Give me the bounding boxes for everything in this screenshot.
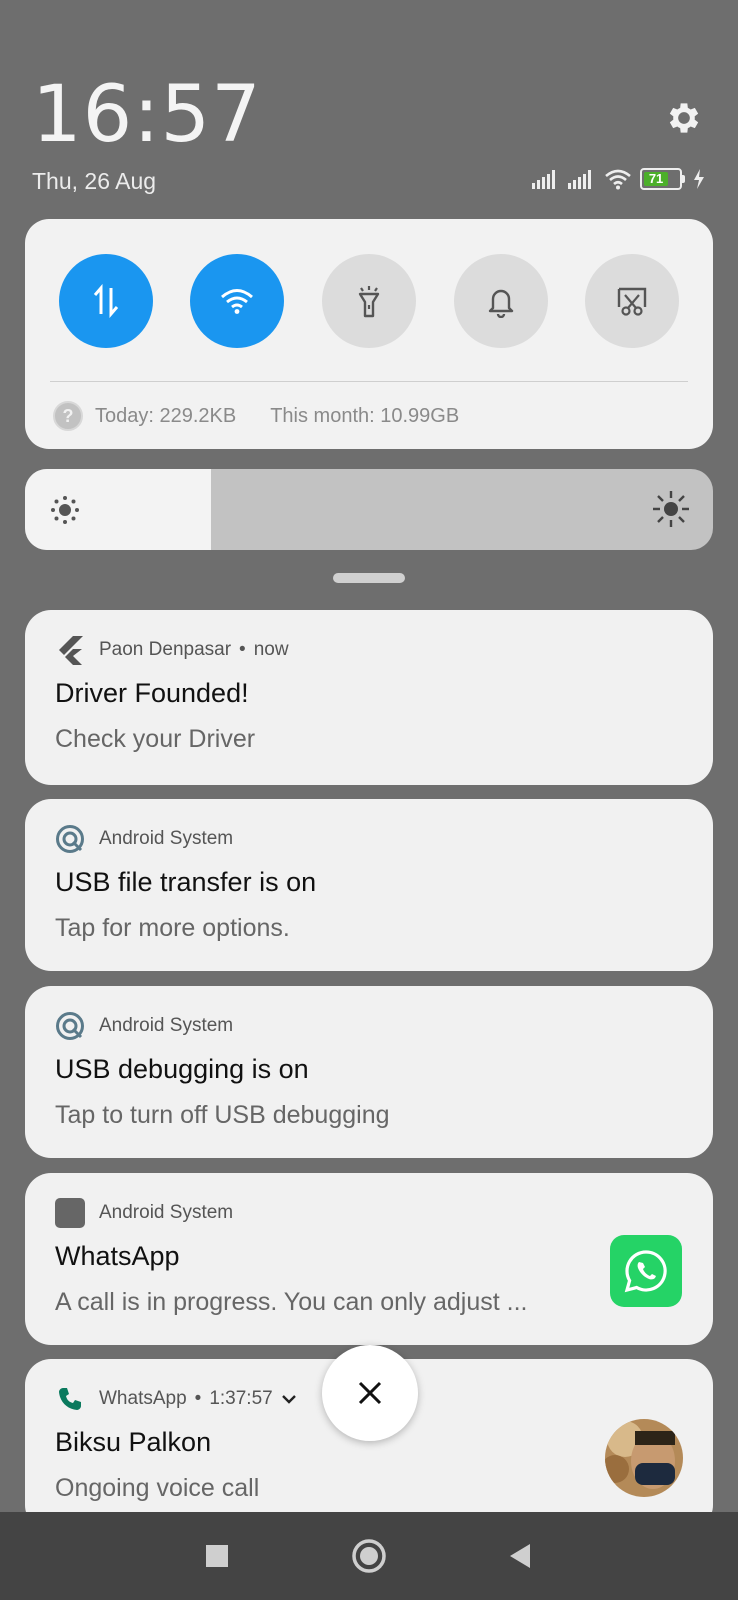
chevron-down-icon[interactable] xyxy=(281,1393,297,1405)
notification-time: now xyxy=(253,639,289,660)
circle-icon xyxy=(352,1539,386,1573)
data-usage[interactable]: ? Today: 229.2KB This month: 10.99GB xyxy=(53,401,459,431)
flutter-icon xyxy=(55,635,85,665)
brightness-low-icon xyxy=(51,496,79,524)
screenshot-toggle[interactable] xyxy=(585,254,679,348)
notification-time: 1:37:57 xyxy=(209,1388,273,1409)
notification-card[interactable]: Android System USB file transfer is on T… xyxy=(25,799,713,971)
back-button[interactable] xyxy=(498,1534,542,1578)
notification-card[interactable]: Paon Denpasar • now Driver Founded! Chec… xyxy=(25,610,713,785)
notification-app: Android System xyxy=(99,1015,234,1036)
clear-all-button[interactable] xyxy=(322,1345,418,1441)
notification-body: Ongoing voice call xyxy=(55,1474,260,1502)
notification-card[interactable]: Android System WhatsApp A call is in pro… xyxy=(25,1173,713,1345)
square-icon xyxy=(55,1198,85,1228)
home-button[interactable] xyxy=(347,1534,391,1578)
notification-title: Driver Founded! xyxy=(55,678,249,708)
quick-settings-panel: ? Today: 229.2KB This month: 10.99GB xyxy=(25,219,713,449)
gear-icon[interactable] xyxy=(664,98,708,142)
screenshot-icon xyxy=(617,287,647,316)
notification-title: USB file transfer is on xyxy=(55,867,317,897)
sound-toggle[interactable] xyxy=(454,254,548,348)
android-system-icon xyxy=(55,1011,85,1041)
notification-title: Biksu Palkon xyxy=(55,1427,212,1457)
battery-level: 71 xyxy=(644,172,669,186)
wifi-icon xyxy=(221,289,253,314)
recents-button[interactable] xyxy=(195,1534,239,1578)
whatsapp-icon xyxy=(610,1235,682,1307)
avatar xyxy=(605,1419,683,1497)
signal-icon xyxy=(532,170,555,189)
android-system-icon xyxy=(55,824,85,854)
clock: 16:57 xyxy=(32,70,262,160)
notification-title: WhatsApp xyxy=(55,1241,180,1271)
notification-title: USB debugging is on xyxy=(55,1054,309,1084)
notification-body: Tap to turn off USB debugging xyxy=(55,1101,390,1129)
notification-app: Android System xyxy=(99,1202,234,1223)
brightness-slider[interactable] xyxy=(25,469,713,550)
close-icon xyxy=(358,1381,382,1405)
back-icon xyxy=(510,1544,530,1568)
usage-month: This month: 10.99GB xyxy=(270,404,460,427)
wifi-toggle[interactable] xyxy=(190,254,284,348)
status-header: 16:57 Thu, 26 Aug 71 xyxy=(0,0,738,215)
mobile-data-toggle[interactable] xyxy=(59,254,153,348)
bell-icon xyxy=(488,289,514,318)
notification-body: Check your Driver xyxy=(55,725,256,753)
notification-body: Tap for more options. xyxy=(55,914,290,942)
drag-handle[interactable] xyxy=(333,573,405,583)
status-icons: 71 xyxy=(532,165,705,193)
charging-icon xyxy=(694,169,704,189)
usage-today: Today: 229.2KB xyxy=(95,404,237,427)
wifi-icon xyxy=(605,169,631,190)
notification-app: Android System xyxy=(99,828,234,849)
phone-icon xyxy=(55,1384,85,1414)
notification-card[interactable]: Android System USB debugging is on Tap t… xyxy=(25,986,713,1158)
data-transfer-icon xyxy=(93,284,119,318)
signal-icon xyxy=(568,170,591,189)
notification-app: WhatsApp xyxy=(99,1388,187,1409)
navigation-bar xyxy=(0,1512,738,1600)
square-icon xyxy=(206,1545,228,1567)
notification-body: A call is in progress. You can only adju… xyxy=(55,1288,528,1316)
battery-icon: 71 xyxy=(640,168,685,190)
help-icon: ? xyxy=(53,401,83,431)
flashlight-icon xyxy=(358,286,380,318)
date: Thu, 26 Aug xyxy=(32,168,157,194)
flashlight-toggle[interactable] xyxy=(322,254,416,348)
notification-app: Paon Denpasar xyxy=(99,639,232,660)
brightness-high-icon xyxy=(653,491,689,527)
divider xyxy=(50,381,688,382)
